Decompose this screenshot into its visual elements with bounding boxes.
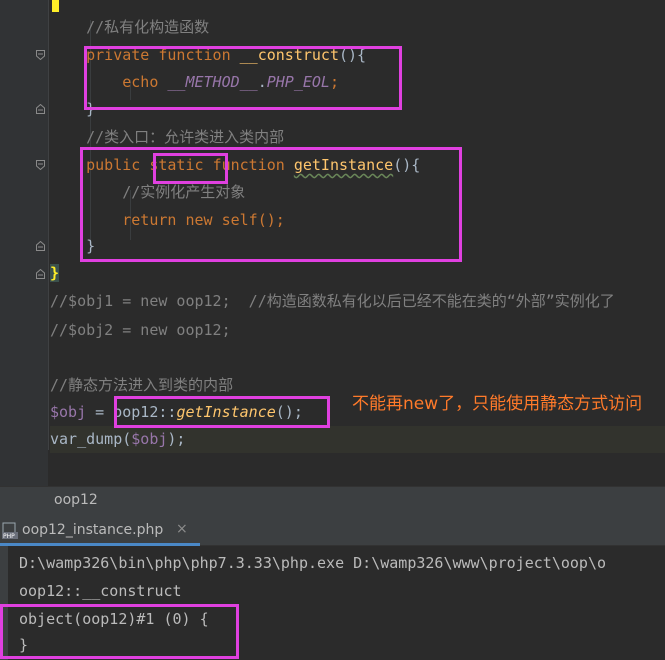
console-line: D:\wamp326\bin\php\php7.3.33\php.exe D:\… [19, 554, 606, 572]
code-line-comment: //类入口：允许类进入类内部 [50, 128, 285, 146]
code-line-echo: echo __METHOD__.PHP_EOL; [122, 73, 339, 91]
run-tool-window-tabs: PHP oop12_instance.php × [0, 516, 665, 546]
close-icon[interactable]: × [176, 521, 188, 537]
code-line-static-method: public static function getInstance(){ [86, 156, 421, 174]
console-output[interactable]: D:\wamp326\bin\php\php7.3.33\php.exe D:\… [0, 546, 665, 660]
code-line-comment: //实例化产生对象 [50, 183, 246, 201]
code-line-close-brace: } [50, 237, 96, 255]
tab-label: oop12_instance.php [22, 522, 164, 538]
ide-window: //私有化构造函数 private function __construct()… [0, 0, 665, 660]
code-line-close-brace: } [50, 100, 96, 118]
console-gutter [0, 546, 8, 660]
php-file-icon: PHP [2, 522, 18, 540]
code-line-comment: //静态方法进入到类的内部 [50, 376, 234, 394]
annotation-note: 不能再new了，只能使用静态方式访问 [352, 394, 643, 414]
tab-run-config[interactable]: PHP oop12_instance.php × [0, 516, 200, 546]
breadcrumb-item[interactable]: oop12 [54, 492, 98, 508]
code-line-class-close: } [50, 264, 60, 282]
fold-end-icon[interactable] [36, 241, 45, 251]
fold-end-icon[interactable] [36, 269, 45, 279]
brace-caret [52, 0, 59, 12]
code-line-var-dump: var_dump($obj); [50, 426, 665, 453]
fold-collapse-icon[interactable] [36, 160, 45, 170]
fold-collapse-icon[interactable] [36, 50, 45, 60]
code-editor[interactable]: //私有化构造函数 private function __construct()… [0, 0, 665, 486]
code-line-comment: //私有化构造函数 [50, 18, 210, 36]
fold-end-icon[interactable] [36, 104, 45, 114]
gutter-separator [48, 0, 49, 450]
code-line-comment: //$obj2 = new oop12; [50, 321, 231, 339]
code-line-return: return new self(); [122, 211, 285, 229]
svg-text:PHP: PHP [3, 533, 15, 540]
breadcrumb: oop12 [0, 486, 665, 516]
console-line: object(oop12)#1 (0) { [19, 610, 209, 628]
console-line: oop12::__construct [19, 582, 182, 600]
code-line-get-instance-call: $obj = oop12::getInstance(); [50, 403, 303, 421]
console-line: } [19, 636, 29, 654]
code-line-constructor: private function __construct(){ [86, 46, 367, 64]
code-line-comment: //$obj1 = new oop12; //构造函数私有化以后已经不能在类的“… [50, 292, 615, 310]
